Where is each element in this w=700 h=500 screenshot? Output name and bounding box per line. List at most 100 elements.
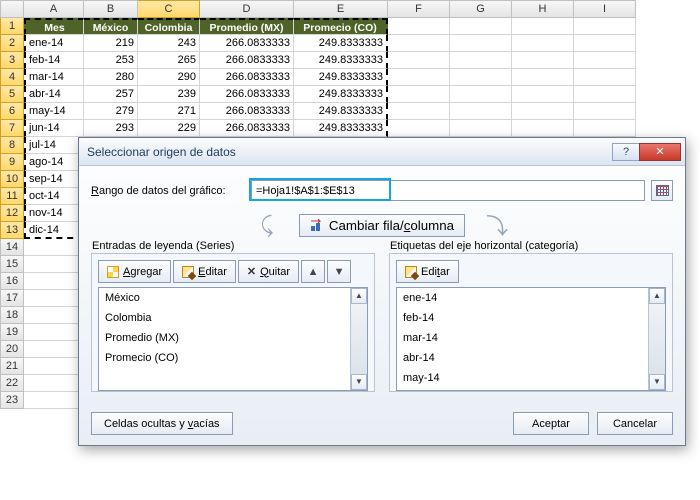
row-header[interactable]: 2	[0, 35, 24, 52]
cell[interactable]	[450, 52, 512, 69]
row-header[interactable]: 12	[0, 205, 24, 222]
cell[interactable]: mar-14	[24, 69, 84, 86]
list-item[interactable]: feb-14	[397, 308, 665, 328]
cell[interactable]: 249.8333333	[294, 103, 388, 120]
cell[interactable]: 239	[138, 86, 200, 103]
cell[interactable]	[388, 35, 450, 52]
cell[interactable]: nov-14	[24, 205, 84, 222]
cell[interactable]: 219	[84, 35, 138, 52]
column-header-F[interactable]: F	[388, 0, 450, 18]
close-button[interactable]: ✕	[639, 143, 681, 161]
column-header-A[interactable]: A	[24, 0, 84, 18]
column-header-G[interactable]: G	[450, 0, 512, 18]
cell[interactable]: 249.8333333	[294, 52, 388, 69]
column-header-C[interactable]: C	[138, 0, 200, 18]
cell[interactable]	[388, 69, 450, 86]
cell[interactable]	[388, 103, 450, 120]
cell[interactable]: 266.0833333	[200, 69, 294, 86]
row-header[interactable]: 10	[0, 171, 24, 188]
scroll-up-button[interactable]: ▲	[351, 288, 367, 304]
row-header[interactable]: 15	[0, 256, 24, 273]
series-listbox[interactable]: ▲ ▼ MéxicoColombiaPromedio (MX)Promecio …	[98, 287, 368, 391]
row-header[interactable]: 4	[0, 69, 24, 86]
cell[interactable]	[450, 69, 512, 86]
column-header-B[interactable]: B	[84, 0, 138, 18]
cell[interactable]	[574, 18, 636, 35]
cell[interactable]	[450, 86, 512, 103]
list-item[interactable]: Promedio (MX)	[99, 328, 367, 348]
collapse-dialog-button[interactable]	[651, 180, 673, 201]
cell[interactable]	[24, 375, 84, 392]
cell[interactable]: México	[84, 18, 138, 35]
cell[interactable]: 243	[138, 35, 200, 52]
ok-button[interactable]: Aceptar	[513, 412, 589, 435]
list-item[interactable]: ene-14	[397, 288, 665, 308]
add-series-button[interactable]: Agregar	[98, 260, 171, 283]
edit-categories-button[interactable]: Editar	[396, 260, 459, 283]
cell[interactable]	[574, 69, 636, 86]
cancel-button[interactable]: Cancelar	[597, 412, 673, 435]
switch-row-column-button[interactable]: Cambiar fila/columna	[299, 214, 465, 237]
cell[interactable]: feb-14	[24, 52, 84, 69]
cell[interactable]: ago-14	[24, 154, 84, 171]
column-header-H[interactable]: H	[512, 0, 574, 18]
chart-data-range-input[interactable]: =Hoja1!$A$1:$E$13	[251, 180, 645, 201]
list-item[interactable]: Colombia	[99, 308, 367, 328]
row-header[interactable]: 9	[0, 154, 24, 171]
cell[interactable]: jun-14	[24, 120, 84, 137]
cell[interactable]	[574, 103, 636, 120]
row-header[interactable]: 18	[0, 307, 24, 324]
row-header[interactable]: 14	[0, 239, 24, 256]
remove-series-button[interactable]: ✕Quitar	[238, 260, 299, 283]
cell[interactable]	[512, 103, 574, 120]
cell[interactable]: 229	[138, 120, 200, 137]
cell[interactable]	[24, 324, 84, 341]
move-up-button[interactable]: ▲	[301, 260, 325, 283]
column-header-D[interactable]: D	[200, 0, 294, 18]
cell[interactable]	[512, 69, 574, 86]
edit-series-button[interactable]: Editar	[173, 260, 236, 283]
cell[interactable]: jul-14	[24, 137, 84, 154]
cell[interactable]	[24, 239, 84, 256]
list-item[interactable]: México	[99, 288, 367, 308]
categories-listbox[interactable]: ▲ ▼ ene-14feb-14mar-14abr-14may-14	[396, 287, 666, 391]
column-header-I[interactable]: I	[574, 0, 636, 18]
cell[interactable]	[512, 120, 574, 137]
row-header[interactable]: 8	[0, 137, 24, 154]
cell[interactable]: 293	[84, 120, 138, 137]
row-header[interactable]: 23	[0, 392, 24, 409]
cell[interactable]	[574, 52, 636, 69]
row-header[interactable]: 1	[0, 18, 24, 35]
scroll-down-button[interactable]: ▼	[351, 374, 367, 390]
cell[interactable]: Promecio (CO)	[294, 18, 388, 35]
column-header-E[interactable]: E	[294, 0, 388, 18]
cell[interactable]: 290	[138, 69, 200, 86]
cell[interactable]	[24, 358, 84, 375]
cell[interactable]: 249.8333333	[294, 86, 388, 103]
list-item[interactable]: abr-14	[397, 348, 665, 368]
cell[interactable]: 266.0833333	[200, 103, 294, 120]
row-header[interactable]: 5	[0, 86, 24, 103]
cell[interactable]: 266.0833333	[200, 86, 294, 103]
cell[interactable]: 266.0833333	[200, 35, 294, 52]
cell[interactable]: may-14	[24, 103, 84, 120]
cell[interactable]: 249.8333333	[294, 35, 388, 52]
row-header[interactable]: 6	[0, 103, 24, 120]
list-item[interactable]: mar-14	[397, 328, 665, 348]
row-header[interactable]: 7	[0, 120, 24, 137]
cell[interactable]: 266.0833333	[200, 52, 294, 69]
scroll-down-button[interactable]: ▼	[649, 374, 665, 390]
cell[interactable]: abr-14	[24, 86, 84, 103]
cell[interactable]	[450, 103, 512, 120]
cell[interactable]	[24, 392, 84, 409]
cell[interactable]	[388, 18, 450, 35]
cell[interactable]	[24, 290, 84, 307]
list-item[interactable]: may-14	[397, 368, 665, 388]
cell[interactable]: 249.8333333	[294, 120, 388, 137]
cell[interactable]: Colombia	[138, 18, 200, 35]
cell[interactable]	[574, 86, 636, 103]
cell[interactable]	[24, 256, 84, 273]
cell[interactable]: 280	[84, 69, 138, 86]
cell[interactable]	[24, 307, 84, 324]
cell[interactable]	[574, 35, 636, 52]
